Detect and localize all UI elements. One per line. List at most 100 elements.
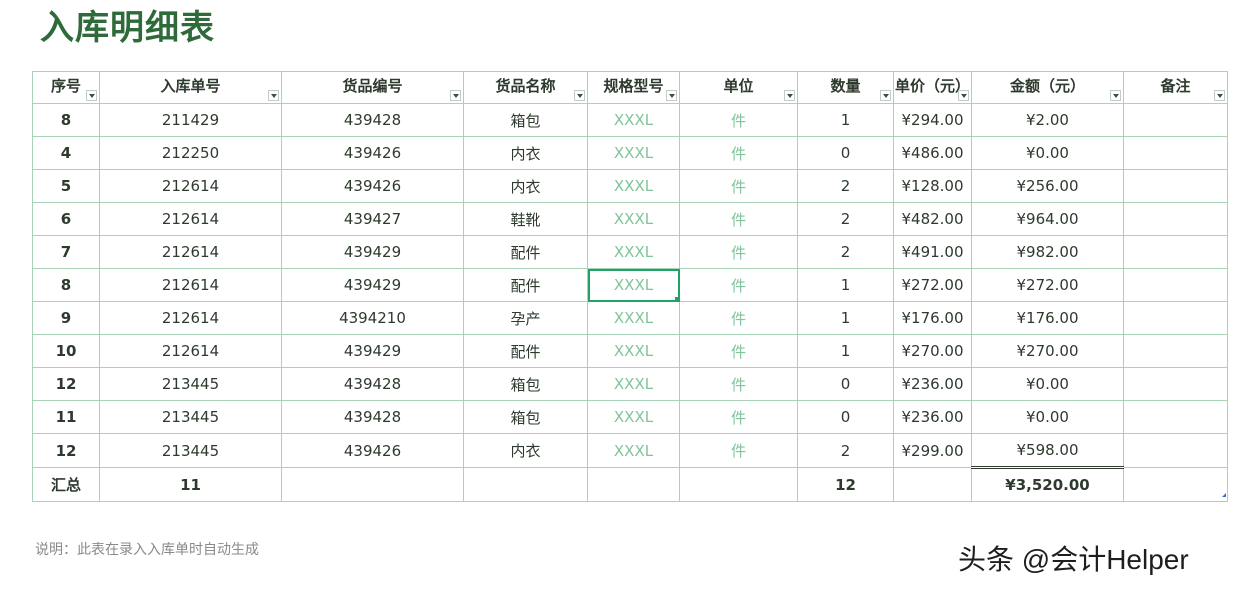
cell-amount[interactable]: ¥256.00 xyxy=(971,169,1124,203)
cell-price[interactable]: ¥491.00 xyxy=(893,235,972,269)
cell-product-code[interactable]: 439429 xyxy=(281,235,464,269)
cell-remark[interactable] xyxy=(1123,367,1228,401)
cell-spec[interactable]: XXXL xyxy=(587,268,680,302)
cell-seq[interactable]: 8 xyxy=(32,268,100,302)
cell-order-no[interactable]: 212250 xyxy=(99,136,282,170)
cell-unit[interactable]: 件 xyxy=(679,301,798,335)
header-spec[interactable]: 规格型号 xyxy=(587,71,680,104)
cell-product-name[interactable]: 内衣 xyxy=(463,136,588,170)
cell-order-no[interactable]: 213445 xyxy=(99,367,282,401)
cell-order-no[interactable]: 211429 xyxy=(99,103,282,137)
header-product-code[interactable]: 货品编号 xyxy=(281,71,464,104)
cell-product-name[interactable]: 内衣 xyxy=(463,169,588,203)
cell-price[interactable]: ¥294.00 xyxy=(893,103,972,137)
cell-spec[interactable]: XXXL xyxy=(587,433,680,468)
header-amount[interactable]: 金额（元） xyxy=(971,71,1124,104)
header-remark[interactable]: 备注 xyxy=(1123,71,1228,104)
cell-product-name[interactable]: 配件 xyxy=(463,334,588,368)
cell-product-name[interactable]: 孕产 xyxy=(463,301,588,335)
cell-unit[interactable]: 件 xyxy=(679,334,798,368)
cell-seq[interactable]: 11 xyxy=(32,400,100,434)
cell-unit[interactable]: 件 xyxy=(679,367,798,401)
cell-seq[interactable]: 12 xyxy=(32,433,100,468)
cell-unit[interactable]: 件 xyxy=(679,268,798,302)
filter-dropdown-icon[interactable] xyxy=(958,90,969,101)
cell-seq[interactable]: 10 xyxy=(32,334,100,368)
cell-remark[interactable] xyxy=(1123,136,1228,170)
filter-dropdown-icon[interactable] xyxy=(1214,90,1225,101)
total-count-cell[interactable]: 11 xyxy=(99,467,282,502)
cell[interactable] xyxy=(281,467,464,502)
cell-spec[interactable]: XXXL xyxy=(587,235,680,269)
cell-remark[interactable] xyxy=(1123,268,1228,302)
cell-order-no[interactable]: 213445 xyxy=(99,400,282,434)
total-qty-cell[interactable]: 12 xyxy=(797,467,894,502)
cell-product-name[interactable]: 配件 xyxy=(463,268,588,302)
cell-product-code[interactable]: 439426 xyxy=(281,169,464,203)
table-resize-handle[interactable] xyxy=(1222,493,1226,497)
cell-seq[interactable]: 5 xyxy=(32,169,100,203)
header-seq[interactable]: 序号 xyxy=(32,71,100,104)
cell-price[interactable]: ¥176.00 xyxy=(893,301,972,335)
filter-dropdown-icon[interactable] xyxy=(268,90,279,101)
cell-remark[interactable] xyxy=(1123,103,1228,137)
cell-unit[interactable]: 件 xyxy=(679,235,798,269)
cell-remark[interactable] xyxy=(1123,334,1228,368)
cell-spec[interactable]: XXXL xyxy=(587,103,680,137)
cell-price[interactable]: ¥482.00 xyxy=(893,202,972,236)
cell-amount[interactable]: ¥982.00 xyxy=(971,235,1124,269)
cell-amount[interactable]: ¥0.00 xyxy=(971,367,1124,401)
header-price[interactable]: 单价（元） xyxy=(893,71,972,104)
header-product-name[interactable]: 货品名称 xyxy=(463,71,588,104)
cell-unit[interactable]: 件 xyxy=(679,202,798,236)
cell-product-name[interactable]: 内衣 xyxy=(463,433,588,468)
cell-product-name[interactable]: 配件 xyxy=(463,235,588,269)
cell-product-code[interactable]: 439426 xyxy=(281,136,464,170)
cell-price[interactable]: ¥128.00 xyxy=(893,169,972,203)
filter-dropdown-icon[interactable] xyxy=(666,90,677,101)
cell-qty[interactable]: 1 xyxy=(797,268,894,302)
cell-amount[interactable]: ¥964.00 xyxy=(971,202,1124,236)
cell-spec[interactable]: XXXL xyxy=(587,136,680,170)
filter-dropdown-icon[interactable] xyxy=(574,90,585,101)
cell-remark[interactable] xyxy=(1123,301,1228,335)
cell-product-code[interactable]: 439426 xyxy=(281,433,464,468)
cell-product-code[interactable]: 439428 xyxy=(281,103,464,137)
cell-price[interactable]: ¥299.00 xyxy=(893,433,972,468)
header-qty[interactable]: 数量 xyxy=(797,71,894,104)
cell-unit[interactable]: 件 xyxy=(679,103,798,137)
filter-dropdown-icon[interactable] xyxy=(880,90,891,101)
cell-unit[interactable]: 件 xyxy=(679,400,798,434)
cell-product-name[interactable]: 箱包 xyxy=(463,400,588,434)
filter-dropdown-icon[interactable] xyxy=(784,90,795,101)
cell-seq[interactable]: 4 xyxy=(32,136,100,170)
cell-seq[interactable]: 7 xyxy=(32,235,100,269)
cell-spec[interactable]: XXXL xyxy=(587,400,680,434)
total-label-cell[interactable]: 汇总 xyxy=(32,467,100,502)
total-amount-cell[interactable]: ¥3,520.00 xyxy=(971,467,1124,502)
cell-qty[interactable]: 1 xyxy=(797,301,894,335)
cell-product-name[interactable]: 鞋靴 xyxy=(463,202,588,236)
cell-order-no[interactable]: 212614 xyxy=(99,169,282,203)
cell-product-code[interactable]: 439429 xyxy=(281,334,464,368)
cell-order-no[interactable]: 212614 xyxy=(99,334,282,368)
cell-spec[interactable]: XXXL xyxy=(587,334,680,368)
cell-qty[interactable]: 2 xyxy=(797,202,894,236)
cell-order-no[interactable]: 212614 xyxy=(99,301,282,335)
cell-seq[interactable]: 8 xyxy=(32,103,100,137)
header-unit[interactable]: 单位 xyxy=(679,71,798,104)
cell[interactable] xyxy=(587,467,680,502)
cell-qty[interactable]: 0 xyxy=(797,367,894,401)
cell-product-name[interactable]: 箱包 xyxy=(463,367,588,401)
cell-spec[interactable]: XXXL xyxy=(587,169,680,203)
cell-qty[interactable]: 2 xyxy=(797,235,894,269)
cell-remark[interactable] xyxy=(1123,169,1228,203)
cell-price[interactable]: ¥270.00 xyxy=(893,334,972,368)
cell-seq[interactable]: 6 xyxy=(32,202,100,236)
cell-spec[interactable]: XXXL xyxy=(587,202,680,236)
cell-price[interactable]: ¥236.00 xyxy=(893,400,972,434)
cell-seq[interactable]: 12 xyxy=(32,367,100,401)
cell-product-code[interactable]: 4394210 xyxy=(281,301,464,335)
cell[interactable] xyxy=(893,467,972,502)
cell-amount[interactable]: ¥598.00 xyxy=(971,433,1124,469)
